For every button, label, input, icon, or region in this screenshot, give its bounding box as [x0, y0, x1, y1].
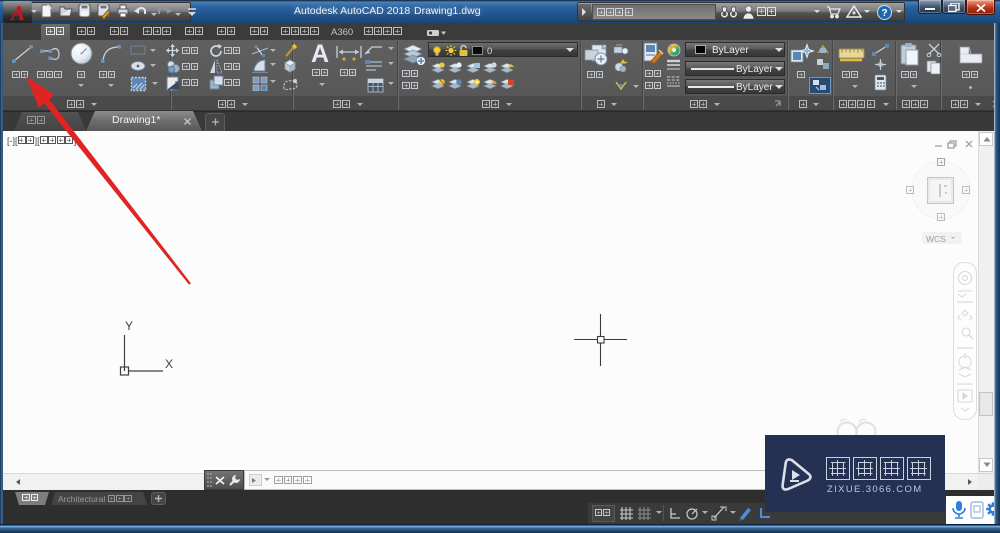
svg-text:A: A [9, 2, 25, 22]
svg-text:?: ? [881, 8, 887, 19]
svg-text:X: X [165, 357, 173, 371]
svg-text:Y: Y [125, 319, 133, 333]
